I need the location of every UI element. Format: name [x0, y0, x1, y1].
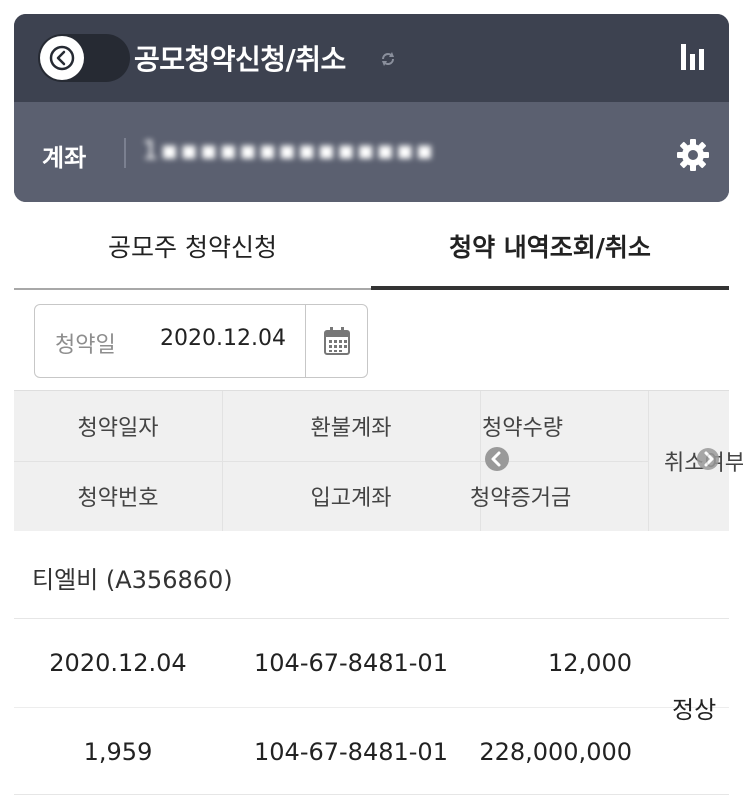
tab-bar: 공모주 청약신청 청약 내역조회/취소: [14, 202, 729, 290]
calendar-button[interactable]: [305, 305, 368, 377]
stock-name: 티엘비 (A356860): [32, 566, 233, 594]
calendar-icon: [324, 327, 350, 355]
date-picker[interactable]: 청약일 2020.12.04: [34, 304, 368, 378]
cell-subscription-number: 1,959: [83, 738, 153, 766]
refresh-icon[interactable]: [379, 50, 397, 72]
date-label: 청약일: [55, 333, 116, 358]
scroll-right-icon[interactable]: [696, 447, 720, 475]
cancel-status-value: 정상: [672, 696, 717, 724]
back-button[interactable]: [38, 34, 130, 82]
cell-subscription-date: 2020.12.04: [49, 649, 187, 677]
cell-refund-account: 104-67-8481-01: [254, 649, 448, 677]
bar-chart-icon[interactable]: [679, 42, 707, 76]
tab-subscription-history[interactable]: 청약 내역조회/취소: [371, 202, 729, 290]
app-header: 공모청약신청/취소 계좌 1▪▪▪▪▪▪▪▪▪▪▪▪▪▪: [14, 14, 729, 202]
header-deposit-account: 입고계좌: [310, 486, 392, 511]
account-number[interactable]: 1▪▪▪▪▪▪▪▪▪▪▪▪▪▪: [142, 136, 435, 166]
active-tab-indicator: [371, 286, 729, 290]
table-row[interactable]: 1,959 104-67-8481-01 228,000,000: [14, 708, 729, 795]
header-subscription-number: 청약번호: [77, 486, 159, 511]
divider: [124, 138, 126, 168]
tab-underline: [14, 288, 371, 290]
header-refund-account: 환불계좌: [310, 416, 392, 441]
tab-subscription-apply[interactable]: 공모주 청약신청: [14, 202, 371, 290]
page-title: 공모청약신청/취소: [134, 43, 346, 76]
header-subscription-date: 청약일자: [77, 416, 159, 441]
table-header: 청약일자 환불계좌 청약수량 청약번호 입고계좌 청약증거금 취소여부: [14, 390, 743, 531]
cell-subscription-deposit: 228,000,000: [479, 738, 632, 766]
scroll-left-icon[interactable]: [484, 446, 510, 476]
cell-deposit-account: 104-67-8481-01: [254, 738, 448, 766]
back-arrow-icon: [40, 36, 84, 80]
gear-icon[interactable]: [676, 138, 710, 176]
account-label: 계좌: [42, 144, 87, 172]
date-value[interactable]: 2020.12.04: [160, 326, 286, 351]
table-row[interactable]: 2020.12.04 104-67-8481-01 12,000: [14, 619, 729, 708]
stock-name-row[interactable]: 티엘비 (A356860): [14, 530, 729, 619]
header-title-bar: 공모청약신청/취소: [14, 14, 729, 102]
account-bar: 계좌 1▪▪▪▪▪▪▪▪▪▪▪▪▪▪: [14, 102, 729, 202]
cell-subscription-quantity: 12,000: [548, 649, 632, 677]
